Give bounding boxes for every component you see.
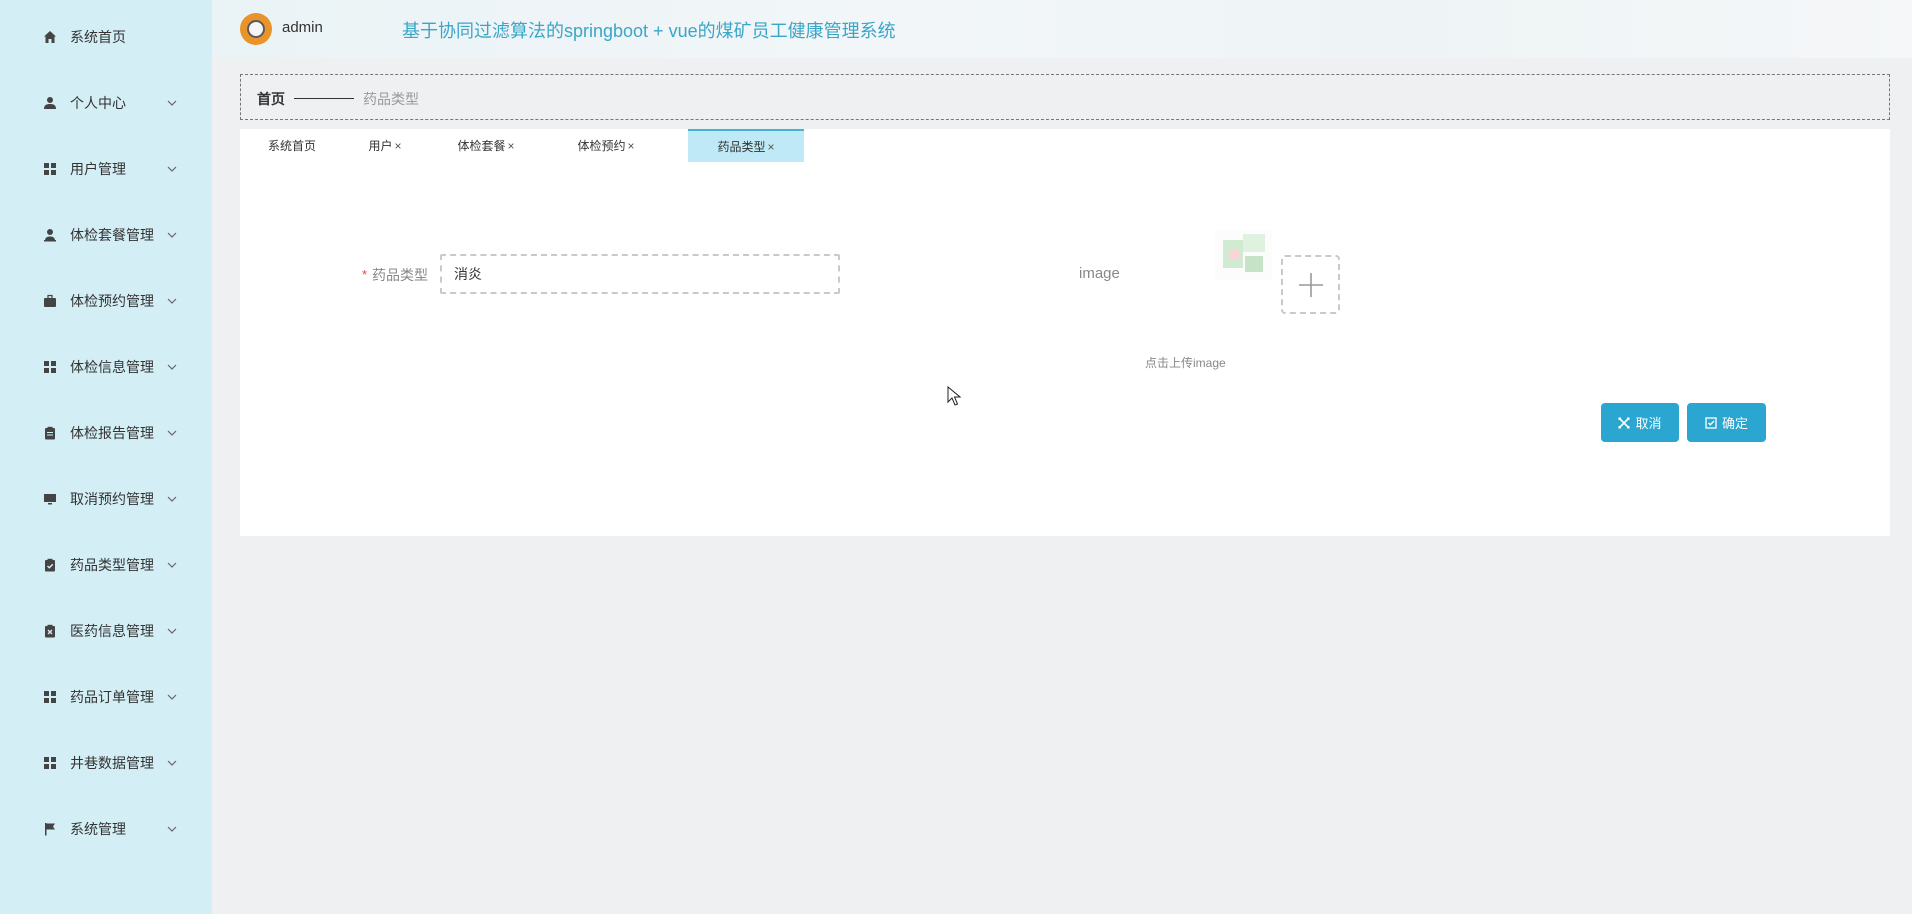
monitor-icon (42, 491, 58, 507)
tab-label: 用户 (368, 139, 393, 153)
image-thumbnail[interactable] (1215, 230, 1272, 280)
sidebar-item-label: 用户管理 (70, 161, 126, 177)
chevron-down-icon (166, 625, 178, 637)
grid-icon (42, 689, 58, 705)
chevron-down-icon (166, 427, 178, 439)
sidebar-item-system-management[interactable]: 系统管理 (0, 814, 212, 844)
grid-icon (42, 359, 58, 375)
sidebar-item-label: 体检报告管理 (70, 425, 154, 441)
breadcrumb-home[interactable]: 首页 (257, 89, 285, 109)
briefcase-icon (42, 293, 58, 309)
sidebar: 系统首页 个人中心 用户管理 体检套餐管理 体检预约管理 体检信息管理 体检报告… (0, 0, 212, 914)
sidebar-item-drug-order-management[interactable]: 药品订单管理 (0, 682, 212, 712)
clipboard-check-icon (42, 557, 58, 573)
sidebar-item-user-management[interactable]: 用户管理 (0, 154, 212, 184)
close-icon[interactable]: × (768, 140, 775, 154)
sidebar-item-label: 药品类型管理 (70, 557, 154, 573)
mouse-cursor-icon (947, 386, 961, 406)
app-title: 基于协同过滤算法的springboot + vue的煤矿员工健康管理系统 (402, 21, 896, 41)
sidebar-item-package-management[interactable]: 体检套餐管理 (0, 220, 212, 250)
chevron-down-icon (166, 361, 178, 373)
sidebar-item-label: 体检预约管理 (70, 293, 154, 309)
plus-icon (1298, 272, 1323, 297)
avatar[interactable] (240, 13, 272, 45)
close-icon (1618, 416, 1631, 429)
chevron-down-icon (166, 493, 178, 505)
tab-label: 系统首页 (267, 139, 316, 153)
confirm-button-label: 确定 (1721, 416, 1748, 431)
cancel-button[interactable]: 取消 (1601, 403, 1679, 442)
sidebar-item-appointment-management[interactable]: 体检预约管理 (0, 286, 212, 316)
avatar-face-icon (247, 20, 265, 38)
sidebar-item-label: 取消预约管理 (70, 491, 154, 507)
clipboard-icon (42, 425, 58, 441)
breadcrumb: 首页 药品类型 (240, 74, 1890, 120)
sidebar-item-drug-type-management[interactable]: 药品类型管理 (0, 550, 212, 580)
tab-label: 体检预约 (577, 139, 626, 153)
user-icon (42, 95, 58, 111)
sidebar-item-cancel-management[interactable]: 取消预约管理 (0, 484, 212, 514)
chevron-down-icon (166, 823, 178, 835)
sidebar-item-label: 系统管理 (70, 821, 126, 837)
upload-hint: 点击上传image (1145, 356, 1226, 370)
tab-label: 药品类型 (717, 140, 766, 154)
sidebar-item-label: 医药信息管理 (70, 623, 154, 639)
sidebar-item-label: 系统首页 (70, 29, 126, 45)
sidebar-item-label: 体检信息管理 (70, 359, 154, 375)
chevron-down-icon (166, 559, 178, 571)
image-label: image (1079, 265, 1120, 282)
cancel-button-label: 取消 (1635, 416, 1662, 431)
sidebar-item-label: 体检套餐管理 (70, 227, 154, 243)
home-icon (42, 29, 58, 45)
chevron-down-icon (166, 229, 178, 241)
required-marker: * (362, 267, 368, 282)
check-square-icon (1705, 416, 1717, 429)
flag-icon (42, 821, 58, 837)
close-icon[interactable]: × (395, 139, 402, 153)
drug-type-input[interactable] (440, 254, 840, 294)
chevron-down-icon (166, 295, 178, 307)
grid-icon (42, 755, 58, 771)
close-icon[interactable]: × (508, 139, 515, 153)
main-panel: 系统首页 用户 × 体检套餐 × 体检预约 × 药品类型 × (240, 129, 1890, 536)
tab-home[interactable]: 系统首页 (240, 129, 344, 162)
tab-bar: 系统首页 用户 × 体检套餐 × 体检预约 × 药品类型 × (240, 129, 1890, 162)
tab-users[interactable]: 用户 × (344, 129, 426, 162)
sidebar-item-label: 井巷数据管理 (70, 755, 154, 771)
chevron-down-icon (166, 163, 178, 175)
sidebar-item-medicine-info-management[interactable]: 医药信息管理 (0, 616, 212, 646)
clipboard-x-icon (42, 623, 58, 639)
grid-icon (42, 161, 58, 177)
close-icon[interactable]: × (628, 139, 635, 153)
drug-type-label: 药品类型 (372, 267, 428, 283)
breadcrumb-current: 药品类型 (363, 91, 419, 107)
sidebar-item-exam-info-management[interactable]: 体检信息管理 (0, 352, 212, 382)
image-upload-button[interactable] (1281, 255, 1340, 314)
confirm-button[interactable]: 确定 (1687, 403, 1766, 442)
tab-label: 体检套餐 (457, 139, 506, 153)
username[interactable]: admin (282, 19, 323, 36)
tab-drug-type[interactable]: 药品类型 × (688, 129, 804, 162)
chevron-down-icon (166, 691, 178, 703)
sidebar-item-mine-data-management[interactable]: 井巷数据管理 (0, 748, 212, 778)
breadcrumb-separator (294, 98, 354, 99)
sidebar-item-report-management[interactable]: 体检报告管理 (0, 418, 212, 448)
chevron-down-icon (166, 757, 178, 769)
user-tie-icon (42, 227, 58, 243)
sidebar-item-personal-center[interactable]: 个人中心 (0, 88, 212, 118)
tab-exam-package[interactable]: 体检套餐 × (426, 129, 546, 162)
sidebar-item-label: 个人中心 (70, 95, 126, 111)
sidebar-item-label: 药品订单管理 (70, 689, 154, 705)
sidebar-item-home[interactable]: 系统首页 (0, 22, 212, 52)
chevron-down-icon (166, 97, 178, 109)
tab-exam-appointment[interactable]: 体检预约 × (546, 129, 666, 162)
